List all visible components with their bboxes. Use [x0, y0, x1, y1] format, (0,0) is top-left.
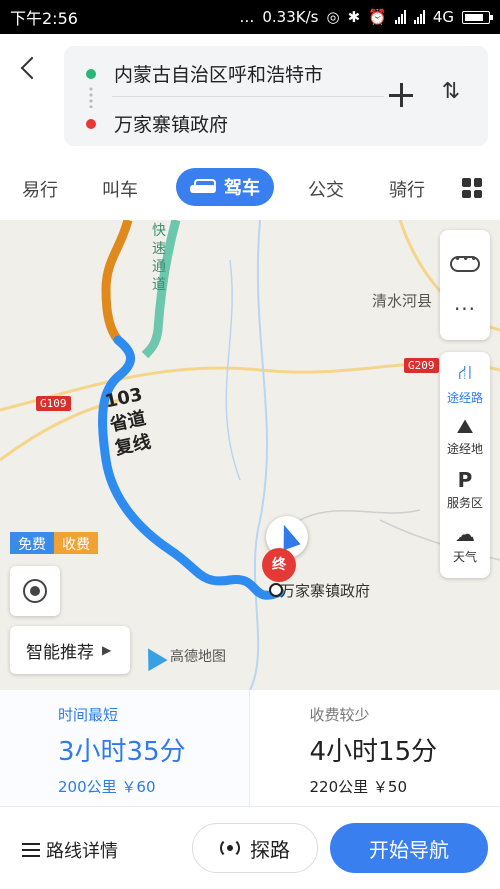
destination-label: 万家寨镇政府: [280, 582, 371, 600]
map-tools-top: ···: [440, 230, 490, 340]
map-river: [249, 220, 269, 690]
more-button[interactable]: ···: [440, 297, 490, 321]
map-pin-icon: ⛰: [456, 414, 474, 438]
service-area-button[interactable]: P 服务区: [440, 468, 490, 511]
origin-dot-icon: [86, 68, 96, 79]
destination-text: 万家寨镇政府: [114, 114, 229, 136]
road-badge-g209: G209: [404, 358, 439, 373]
route-points-icon: ⛙: [457, 360, 473, 384]
destination-marker-icon[interactable]: 终: [262, 548, 296, 582]
play-arrow-icon: ▶: [102, 643, 112, 657]
car-icon: [190, 179, 216, 195]
amap-logo: 高德地图: [142, 645, 226, 667]
traffic-toggle-button[interactable]: [440, 252, 490, 274]
smart-recommend-button[interactable]: 智能推荐 ▶: [10, 626, 130, 674]
route-detail-label: 路线详情: [46, 841, 118, 862]
route-options: 时间最短 3小时35分 200公里 ￥60 收费较少 4小时15分 220公里 …: [0, 690, 500, 806]
swap-icon[interactable]: ⇅: [438, 79, 464, 109]
route-option-cheaper[interactable]: 收费较少 4小时15分 220公里 ￥50: [248, 690, 500, 806]
route-header: 内蒙古自治区呼和浩特市 万家寨镇政府 ⇅ 易行 叫车 驾车 公交 骑行: [0, 34, 500, 220]
destination-dot-icon: [86, 118, 96, 129]
map-boundary: [299, 509, 421, 521]
bottom-action-bar: 路线详情 探路 开始导航: [0, 806, 500, 889]
signal-icon: [394, 10, 406, 24]
battery-icon: [462, 10, 493, 24]
more-icon: ···: [453, 297, 477, 321]
free-route-button[interactable]: 免费: [10, 532, 54, 554]
weather-button[interactable]: ☁ 天气: [440, 522, 490, 565]
start-navigation-label: 开始导航: [369, 837, 449, 862]
cloud-icon: ☁: [455, 522, 475, 546]
county-label: 清水河县: [372, 292, 433, 310]
tab-bus[interactable]: 公交: [308, 176, 344, 202]
radar-icon: [220, 838, 240, 858]
via-place-button[interactable]: ⛰ 途经地: [440, 414, 490, 457]
locate-button[interactable]: [10, 566, 60, 616]
map-view[interactable]: 清水河县 G109 G209 103省道复线 快速通道 终 万家寨镇政府 ···…: [0, 220, 500, 690]
toll-filter: 免费 收费: [10, 532, 98, 554]
hotspot-icon: ◎: [326, 8, 340, 26]
origin-field[interactable]: 内蒙古自治区呼和浩特市: [86, 60, 323, 87]
transport-tabs: 易行 叫车 驾车 公交 骑行: [0, 168, 500, 210]
route-dots: [89, 86, 93, 108]
destination-field[interactable]: 万家寨镇政府: [86, 110, 228, 137]
route-orange-segment: [101, 220, 133, 343]
route-tag: 时间最短: [58, 706, 119, 724]
origin-text: 内蒙古自治区呼和浩特市: [114, 64, 324, 86]
explore-route-button[interactable]: 探路: [192, 823, 318, 873]
dots-icon: …: [239, 8, 255, 26]
expressway-label: 快速通道: [152, 223, 166, 293]
toll-route-button[interactable]: 收费: [54, 532, 98, 554]
route-divider: [112, 96, 384, 97]
weather-label: 天气: [452, 550, 477, 564]
amap-logo-icon: [142, 645, 164, 667]
via-place-label: 途经地: [446, 442, 483, 456]
signal-icon: [413, 10, 425, 24]
tab-taxi[interactable]: 叫车: [102, 176, 138, 202]
route-points-button[interactable]: ⛙ 途经路: [440, 360, 490, 406]
traffic-icon: [450, 252, 480, 272]
road-badge-g109: G109: [36, 396, 71, 411]
tab-drive-label: 驾车: [224, 178, 260, 199]
smart-recommend-label: 智能推荐: [26, 642, 94, 663]
route-meta: 220公里 ￥50: [309, 778, 408, 796]
tab-walk[interactable]: 易行: [22, 176, 58, 202]
network-type: 4G: [432, 8, 454, 26]
network-speed: 0.33K/s: [262, 8, 319, 26]
status-bar: 下午2:56 … 0.33K/s ◎ ✱ ⏰ 4G: [0, 0, 500, 34]
service-area-label: 服务区: [446, 496, 483, 510]
tab-bike[interactable]: 骑行: [389, 176, 425, 202]
parking-icon: P: [457, 468, 473, 492]
tab-drive[interactable]: 驾车: [176, 168, 274, 206]
route-option-fastest[interactable]: 时间最短 3小时35分 200公里 ￥60: [0, 690, 249, 806]
amap-logo-text: 高德地图: [170, 649, 226, 665]
bluetooth-icon: ✱: [347, 8, 361, 26]
route-detail-button[interactable]: 路线详情: [22, 837, 118, 863]
status-time: 下午2:56: [10, 9, 78, 28]
add-waypoint-button[interactable]: [388, 82, 414, 108]
explore-route-label: 探路: [250, 837, 290, 862]
alarm-icon: ⏰: [368, 8, 387, 26]
start-navigation-button[interactable]: 开始导航: [330, 823, 488, 873]
route-meta: 200公里 ￥60: [58, 778, 156, 796]
route-duration: 3小时35分: [58, 737, 186, 767]
route-input-box: 内蒙古自治区呼和浩特市 万家寨镇政府 ⇅: [64, 46, 488, 146]
back-button[interactable]: [14, 52, 50, 88]
route-tag: 收费较少: [309, 706, 370, 724]
grid-menu-icon[interactable]: [462, 178, 482, 198]
map-tools-bottom: ⛙ 途经路 ⛰ 途经地 P 服务区 ☁ 天气: [440, 352, 490, 578]
route-duration: 4小时15分: [309, 737, 438, 767]
route-points-label: 途经路: [446, 391, 483, 405]
status-right: … 0.33K/s ◎ ✱ ⏰ 4G: [239, 8, 493, 26]
map-river: [225, 259, 241, 481]
list-icon: [22, 843, 40, 857]
